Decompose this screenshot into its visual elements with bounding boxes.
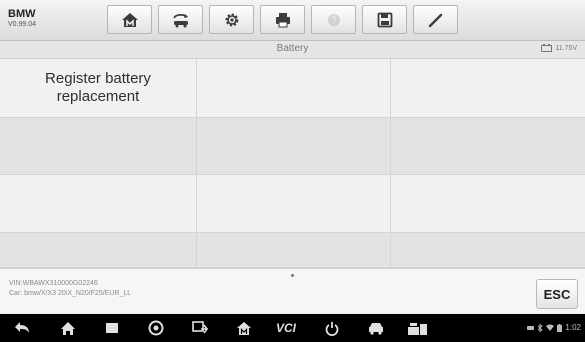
save-icon bbox=[377, 12, 392, 27]
power-button[interactable] bbox=[320, 320, 344, 336]
system-navigation-bar: VCI 1:02 bbox=[0, 314, 585, 342]
car-button[interactable] bbox=[364, 320, 388, 336]
title-bar: Battery 11.75V bbox=[0, 41, 585, 59]
vci-button[interactable]: VCI bbox=[268, 320, 304, 336]
shop-button[interactable] bbox=[404, 320, 432, 336]
browser-button[interactable] bbox=[144, 320, 168, 336]
empty-cell bbox=[0, 118, 197, 175]
help-icon: ? bbox=[327, 13, 340, 26]
back-button[interactable] bbox=[10, 320, 34, 336]
notification-icon bbox=[527, 325, 535, 330]
battery-voltage-status: 11.75V bbox=[541, 44, 577, 52]
status-time: 1:02 bbox=[565, 323, 581, 332]
svg-text:?: ? bbox=[331, 15, 336, 25]
vehicle-swap-icon bbox=[172, 13, 188, 27]
home-nav-button[interactable] bbox=[56, 320, 80, 336]
bluetooth-icon bbox=[538, 323, 544, 332]
empty-cell bbox=[197, 59, 391, 118]
function-grid: Register battery replacement bbox=[0, 59, 585, 268]
brand-name: BMW bbox=[8, 8, 36, 20]
print-button[interactable] bbox=[260, 5, 305, 34]
screen-switch-icon bbox=[192, 320, 208, 333]
esc-button[interactable]: ESC bbox=[536, 279, 578, 309]
empty-cell bbox=[197, 233, 391, 268]
empty-cell bbox=[197, 175, 391, 233]
screen-switch-button[interactable] bbox=[188, 320, 212, 336]
recent-apps-button[interactable] bbox=[100, 320, 124, 336]
empty-cell bbox=[391, 118, 585, 175]
status-area: 1:02 bbox=[527, 323, 581, 332]
battery-icon bbox=[557, 323, 563, 332]
empty-cell bbox=[0, 175, 197, 233]
help-button[interactable]: ? bbox=[311, 5, 356, 34]
wifi-icon bbox=[546, 324, 555, 331]
page-indicator bbox=[291, 274, 294, 277]
empty-cell bbox=[391, 59, 585, 118]
empty-cell bbox=[391, 175, 585, 233]
home-button[interactable] bbox=[107, 5, 152, 34]
home-nav-icon bbox=[61, 321, 75, 335]
empty-cell bbox=[0, 233, 197, 268]
vehicle-swap-button[interactable] bbox=[158, 5, 203, 34]
shop-icon bbox=[408, 322, 427, 335]
diagnostics-home-button[interactable] bbox=[232, 320, 256, 336]
brand-block: BMW V0.99.04 bbox=[8, 8, 78, 29]
car-icon bbox=[369, 323, 383, 335]
car-battery-icon bbox=[541, 44, 553, 52]
empty-cell bbox=[197, 118, 391, 175]
settings-gear-icon bbox=[225, 13, 238, 26]
register-battery-replacement-button[interactable]: Register battery replacement bbox=[0, 59, 197, 118]
empty-cell bbox=[391, 233, 585, 268]
edit-pen-icon bbox=[428, 13, 442, 27]
car-path-text: Car: bmw/X/X3 20iX_N20/F25/EUR_LL bbox=[9, 290, 132, 297]
home-icon bbox=[121, 12, 138, 27]
print-icon bbox=[275, 12, 290, 27]
settings-button[interactable] bbox=[209, 5, 254, 34]
back-icon bbox=[15, 322, 29, 333]
edit-button[interactable] bbox=[413, 5, 458, 34]
diagnostics-home-icon bbox=[237, 321, 251, 335]
vehicle-info-footer: VIN:WBAWX310000G02246 Car: bmw/X/X3 20iX… bbox=[0, 268, 585, 315]
save-button[interactable] bbox=[362, 5, 407, 34]
recent-apps-icon bbox=[106, 323, 118, 333]
top-toolbar: BMW V0.99.04 ? bbox=[0, 0, 585, 41]
vin-text: VIN:WBAWX310000G02246 bbox=[9, 280, 98, 287]
battery-voltage: 11.75V bbox=[555, 44, 577, 52]
power-icon bbox=[325, 321, 339, 336]
browser-icon bbox=[148, 320, 164, 336]
software-version: V0.99.04 bbox=[8, 21, 37, 28]
vci-icon: VCI bbox=[275, 321, 296, 335]
page-title: Battery bbox=[276, 43, 309, 54]
